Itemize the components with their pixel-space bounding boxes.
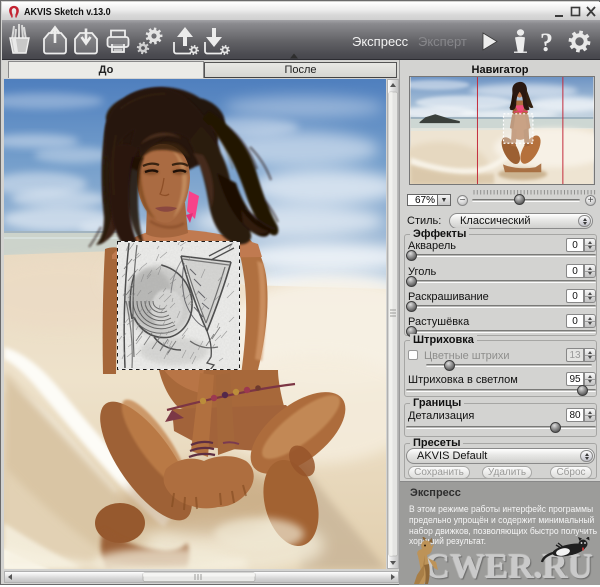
svg-text:?: ?	[540, 28, 553, 57]
